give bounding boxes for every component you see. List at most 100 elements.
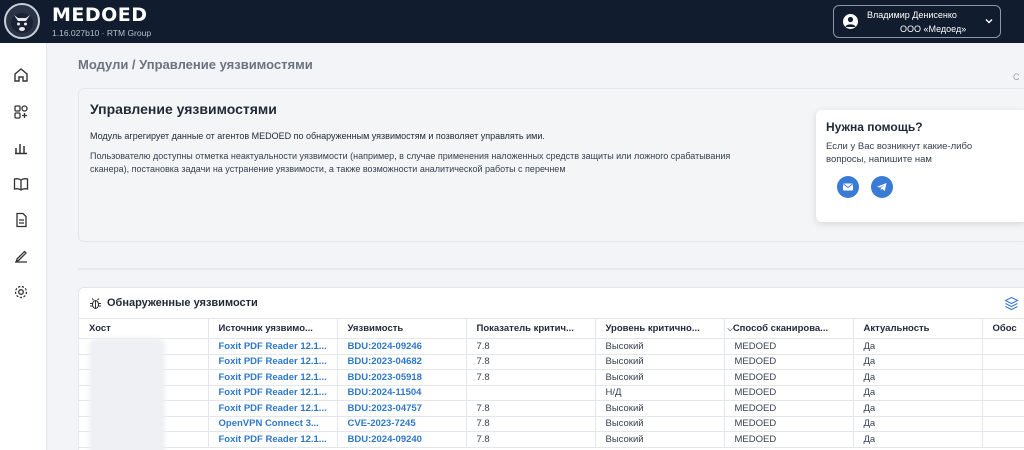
home-icon[interactable] bbox=[11, 65, 31, 85]
gear-icon[interactable] bbox=[11, 282, 31, 302]
cell-scan-method: MEDOED bbox=[724, 416, 854, 432]
cell-vulnerability[interactable]: BDU:2023-05918 bbox=[337, 369, 467, 386]
cell-severity: Высокий bbox=[595, 354, 725, 370]
cell-justification bbox=[982, 416, 1024, 432]
cell-scan-method: MEDOED bbox=[724, 338, 854, 355]
user-org: ООО «Медоед» bbox=[900, 24, 967, 34]
cell-justification bbox=[982, 354, 1024, 370]
cell-score: 7.8 bbox=[466, 369, 596, 386]
modules-icon[interactable] bbox=[11, 102, 31, 122]
chart-icon[interactable] bbox=[11, 137, 31, 157]
cell-scan-method: MEDOED bbox=[724, 354, 854, 370]
table-row[interactable]: Foxit PDF Reader 12.1... BDU:2023-04757 7.… bbox=[79, 400, 1024, 417]
vulnerabilities-card: Обнаруженные уязвимости Хост Источник уя… bbox=[78, 287, 1024, 450]
sidebar bbox=[0, 43, 47, 450]
bug-icon bbox=[90, 298, 101, 310]
cell-severity: Высокий bbox=[595, 369, 725, 386]
user-menu[interactable]: Владимир Денисенко ООО «Медоед» bbox=[833, 5, 1001, 38]
cell-justification bbox=[982, 431, 1024, 448]
cell-justification bbox=[982, 369, 1024, 386]
cell-scan-method: MEDOED bbox=[724, 400, 854, 417]
top-bar: MEDOED 1.16.027b10 · RTM Group Владимир … bbox=[0, 0, 1024, 43]
cell-severity: Высокий bbox=[595, 431, 725, 448]
cell-relevance: Да bbox=[853, 385, 983, 401]
table-row[interactable]: Foxit PDF Reader 12.1... BDU:2023-05918 7.… bbox=[79, 369, 1024, 386]
cell-vulnerability[interactable]: BDU:2024-09246 bbox=[337, 338, 467, 355]
intro-paragraph-1: Модуль агрегирует данные от агентов MEDO… bbox=[90, 131, 545, 141]
cell-source[interactable]: Foxit PDF Reader 12.1... bbox=[208, 400, 338, 417]
cell-score: 7.8 bbox=[466, 400, 596, 417]
cell-justification bbox=[982, 400, 1024, 417]
cell-relevance: Да bbox=[853, 354, 983, 370]
cell-relevance: Да bbox=[853, 416, 983, 432]
document-icon[interactable] bbox=[11, 210, 31, 230]
chevron-down-icon[interactable] bbox=[983, 15, 995, 27]
cell-relevance: Да bbox=[853, 431, 983, 448]
cell-vulnerability[interactable]: BDU:2023-04757 bbox=[337, 400, 467, 417]
column-header-source[interactable]: Источник уязвимо... bbox=[208, 318, 338, 339]
cell-relevance: Да bbox=[853, 369, 983, 386]
section-divider bbox=[78, 268, 1024, 270]
column-header-severity[interactable]: Уровень критично... bbox=[595, 318, 725, 339]
cell-source[interactable]: Foxit PDF Reader 12.1... bbox=[208, 385, 338, 401]
book-icon[interactable] bbox=[11, 174, 31, 194]
table-row[interactable]: Foxit PDF Reader 12.1... BDU:2024-09246 7.… bbox=[79, 338, 1024, 355]
user-avatar-icon bbox=[843, 14, 858, 29]
cell-relevance: Да bbox=[853, 400, 983, 417]
cell-severity: Н/Д bbox=[595, 385, 725, 401]
user-name: Владимир Денисенко bbox=[867, 10, 957, 20]
cell-vulnerability[interactable]: BDU:2024-11504 bbox=[337, 385, 467, 401]
table-header-row: Хост Источник уязвимо... Уязвимость Пока… bbox=[79, 318, 1024, 339]
help-text: Если у Вас возникнут какие-либо вопросы,… bbox=[826, 141, 973, 165]
cell-source[interactable]: Foxit PDF Reader 12.1... bbox=[208, 431, 338, 448]
app-version: 1.16.027b10 · RTM Group bbox=[52, 28, 152, 38]
cell-source[interactable]: OpenVPN Connect 3... bbox=[208, 416, 338, 432]
cell-vulnerability[interactable]: BDU:2023-04682 bbox=[337, 354, 467, 370]
column-header-vulnerability[interactable]: Уязвимость bbox=[337, 318, 467, 339]
intro-paragraph-2: Пользователю доступны отметка неактуальн… bbox=[90, 151, 731, 174]
email-icon[interactable] bbox=[837, 176, 859, 198]
breadcrumb: Модули / Управление уязвимостями bbox=[78, 57, 313, 72]
layers-icon[interactable] bbox=[1004, 296, 1019, 311]
column-header-justification[interactable]: Обос bbox=[982, 318, 1024, 339]
cell-source[interactable]: Foxit PDF Reader 12.1... bbox=[208, 354, 338, 370]
vulnerabilities-title: Обнаруженные уязвимости bbox=[107, 297, 258, 309]
vulnerabilities-table: Хост Источник уязвимо... Уязвимость Пока… bbox=[79, 318, 1024, 448]
cell-score bbox=[466, 385, 596, 401]
medoed-logo-icon[interactable] bbox=[4, 3, 40, 39]
cell-score: 7.8 bbox=[466, 416, 596, 432]
cell-justification bbox=[982, 385, 1024, 401]
cell-severity: Высокий bbox=[595, 400, 725, 417]
corner-label: С bbox=[1013, 72, 1020, 82]
brand-name: MEDOED bbox=[52, 4, 148, 26]
cell-score: 7.8 bbox=[466, 431, 596, 448]
scan-method-label: Способ сканирова... bbox=[732, 323, 829, 334]
cell-scan-method: MEDOED bbox=[724, 369, 854, 386]
edit-icon[interactable] bbox=[11, 246, 31, 266]
column-header-host[interactable]: Хост bbox=[79, 318, 209, 339]
page-title: Управление уязвимостями bbox=[90, 101, 277, 117]
help-title: Нужна помощь? bbox=[826, 120, 923, 134]
table-row[interactable]: Foxit PDF Reader 12.1... BDU:2024-11504 Н/… bbox=[79, 385, 1024, 401]
cell-scan-method: MEDOED bbox=[724, 431, 854, 448]
telegram-icon[interactable] bbox=[871, 176, 893, 198]
column-header-score[interactable]: Показатель критич... bbox=[466, 318, 596, 339]
redacted-hosts bbox=[89, 338, 165, 450]
cell-scan-method: MEDOED bbox=[724, 385, 854, 401]
column-header-scan-method[interactable]: ⌵Способ сканирова... bbox=[724, 318, 854, 339]
help-card: Нужна помощь? Если у Вас возникнут какие… bbox=[816, 110, 1024, 222]
cell-severity: Высокий bbox=[595, 338, 725, 355]
cell-vulnerability[interactable]: CVE-2023-7245 bbox=[337, 416, 467, 432]
cell-source[interactable]: Foxit PDF Reader 12.1... bbox=[208, 338, 338, 355]
table-row[interactable]: OpenVPN Connect 3... CVE-2023-7245 7.8 Высо… bbox=[79, 416, 1024, 432]
table-row[interactable]: Foxit PDF Reader 12.1... BDU:2024-09240 7.… bbox=[79, 431, 1024, 448]
cell-severity: Высокий bbox=[595, 416, 725, 432]
cell-score: 7.8 bbox=[466, 338, 596, 355]
cell-vulnerability[interactable]: BDU:2024-09240 bbox=[337, 431, 467, 448]
cell-score: 7.8 bbox=[466, 354, 596, 370]
cell-justification bbox=[982, 338, 1024, 355]
table-row[interactable]: Foxit PDF Reader 12.1... BDU:2023-04682 7.… bbox=[79, 354, 1024, 370]
cell-relevance: Да bbox=[853, 338, 983, 355]
cell-source[interactable]: Foxit PDF Reader 12.1... bbox=[208, 369, 338, 386]
column-header-relevance[interactable]: Актуальность bbox=[853, 318, 983, 339]
